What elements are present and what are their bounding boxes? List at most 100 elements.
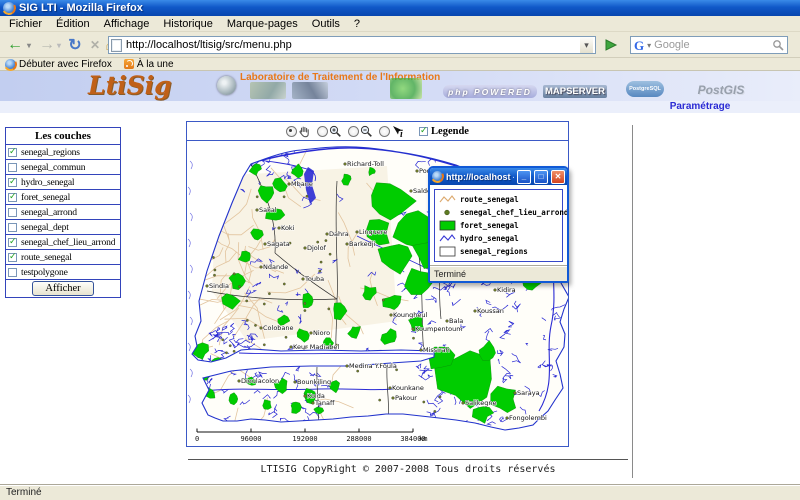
map-city-label: Ndande	[263, 263, 288, 271]
pan-tool[interactable]	[286, 125, 311, 138]
bookmarks-toolbar: Débuter avec Firefox À la une	[0, 58, 800, 71]
map-city-label: Koki	[281, 224, 295, 232]
map-city-label: Bala	[449, 317, 463, 325]
layer-row: ✓senegal_chef_lieu_arrond	[6, 235, 120, 250]
legend-symbol-point	[439, 207, 456, 218]
pan-radio[interactable]	[286, 126, 297, 137]
search-placeholder: Google	[654, 39, 769, 51]
url-dropdown-icon[interactable]: ▾	[580, 37, 593, 53]
search-bar[interactable]: G ▾ Google	[630, 36, 788, 54]
map-city-label: Nioro	[313, 329, 330, 337]
bookmark-debuter[interactable]: Débuter avec Firefox	[5, 59, 112, 70]
close-button[interactable]: ✕	[551, 170, 565, 184]
zoom-out-icon	[360, 125, 373, 138]
layer-checkbox[interactable]: ✓	[8, 148, 17, 157]
go-button[interactable]	[600, 36, 622, 54]
layer-row: ✓senegal_regions	[6, 145, 120, 160]
layer-checkbox[interactable]	[8, 163, 17, 172]
bookmark-label: À la une	[137, 59, 174, 70]
minimize-button[interactable]: _	[517, 170, 531, 184]
banner-image-plane	[292, 82, 328, 99]
window-titlebar[interactable]: SIG LTI - Mozilla Firefox	[0, 0, 800, 16]
reload-button[interactable]: ↻	[64, 34, 86, 56]
map-city-label: Touba	[304, 275, 324, 283]
php-powered-badge: php POWERED	[443, 85, 537, 98]
map-city-label: Medina Y.Foula	[349, 362, 397, 370]
site-banner: LtiSig Laboratoire de Traitement de l'In…	[0, 71, 800, 101]
map-city-label: Koungheul	[393, 311, 428, 319]
globe-icon	[217, 76, 236, 95]
layer-checkbox[interactable]: ✓	[8, 253, 17, 262]
zoom-in-radio[interactable]	[317, 126, 328, 137]
layer-label: hydro_senegal	[21, 177, 74, 188]
map-scale-bar: 096000192000288000384000km	[195, 429, 427, 444]
layer-checkbox[interactable]: ✓	[8, 193, 17, 202]
layer-row: ✓ hydro_senegal	[6, 175, 120, 190]
legend-checkbox[interactable]: ✓	[419, 127, 428, 136]
search-magnifier-icon[interactable]	[772, 39, 784, 51]
firefox-icon	[3, 2, 15, 14]
map-city-label: Dahra	[329, 230, 349, 238]
banner-image-map	[390, 78, 422, 99]
menu-outils[interactable]: Outils	[305, 17, 347, 31]
menu-?[interactable]: ?	[347, 17, 367, 31]
banner-image-satellite	[250, 82, 286, 99]
map-city-label: Saraya	[517, 389, 540, 397]
zoom-in-icon	[329, 125, 342, 138]
legend-window-titlebar[interactable]: http://localhost - ... _ □ ✕	[430, 168, 567, 185]
map-city-label: Sindia	[209, 282, 229, 290]
afficher-button[interactable]: Afficher	[32, 281, 93, 296]
layer-row: ✓foret_senegal	[6, 190, 120, 205]
menu--dition[interactable]: Édition	[49, 17, 97, 31]
layer-checkbox[interactable]	[8, 208, 17, 217]
layer-checkbox[interactable]	[8, 268, 17, 277]
legend-toggle[interactable]: ✓ Legende	[419, 126, 469, 137]
parametrage-link[interactable]: Paramétrage	[670, 101, 731, 112]
zoom-out-radio[interactable]	[348, 126, 359, 137]
legend-item: route_senegal	[439, 194, 558, 205]
map-city-label: Linguere	[359, 228, 387, 236]
search-engine-dropdown-icon[interactable]: ▾	[647, 41, 651, 50]
map-city-label: Dioulacolon	[241, 377, 279, 385]
layer-label: senegal_commun	[21, 162, 85, 173]
layer-row: testpolygone	[6, 265, 120, 280]
layer-checkbox[interactable]: ✓	[8, 238, 17, 247]
url-bar[interactable]: http://localhost/ltisig/src/menu.php ▾	[108, 36, 596, 54]
scale-label: 96000	[240, 435, 261, 443]
layer-checkbox[interactable]: ✓	[8, 178, 17, 187]
scale-label: 192000	[292, 435, 317, 443]
layer-row: senegal_commun	[6, 160, 120, 175]
layer-row: senegal_dept	[6, 220, 120, 235]
map-city-label: Richard-Toll	[347, 160, 384, 168]
scale-label: 288000	[346, 435, 371, 443]
menu-historique[interactable]: Historique	[156, 17, 220, 31]
map-city-label: Pakour	[395, 394, 417, 402]
map-city-label: Koumpentoum	[415, 325, 463, 333]
menu-marque-pages[interactable]: Marque-pages	[220, 17, 305, 31]
legend-window-body: route_senegalsenegal_chef_lieu_arrondfor…	[430, 185, 567, 266]
back-button[interactable]: ←	[4, 34, 26, 56]
scale-unit: km	[419, 435, 427, 443]
zoom-out-tool[interactable]	[348, 125, 373, 138]
forward-dropdown-icon[interactable]: ▾	[54, 34, 64, 56]
menu-affichage[interactable]: Affichage	[97, 17, 157, 31]
maximize-button[interactable]: □	[534, 170, 548, 184]
info-radio[interactable]	[379, 126, 390, 137]
legend-item: hydro_senegal	[439, 233, 558, 244]
layers-panel-title: Les couches	[6, 128, 120, 145]
scale-label: 0	[195, 435, 199, 443]
layer-label: route_senegal	[21, 252, 72, 263]
menu-fichier[interactable]: Fichier	[2, 17, 49, 31]
page-icon	[111, 39, 122, 52]
postgis-badge: PostGIS	[688, 82, 754, 97]
map-city-label: Sakal	[259, 206, 277, 214]
sub-banner: Paramétrage	[0, 101, 800, 113]
legend-window[interactable]: http://localhost - ... _ □ ✕ route_seneg…	[428, 166, 569, 283]
navigation-toolbar: ← ▾ → ▾ ↻ ✕ ⌂ http://localhost/ltisig/sr…	[0, 32, 800, 58]
bookmark-a-la-une[interactable]: À la une	[124, 59, 174, 70]
info-tool[interactable]: i	[379, 125, 405, 138]
vertical-divider	[632, 125, 633, 478]
layer-checkbox[interactable]	[8, 223, 17, 232]
back-dropdown-icon[interactable]: ▾	[24, 34, 34, 56]
zoom-in-tool[interactable]	[317, 125, 342, 138]
